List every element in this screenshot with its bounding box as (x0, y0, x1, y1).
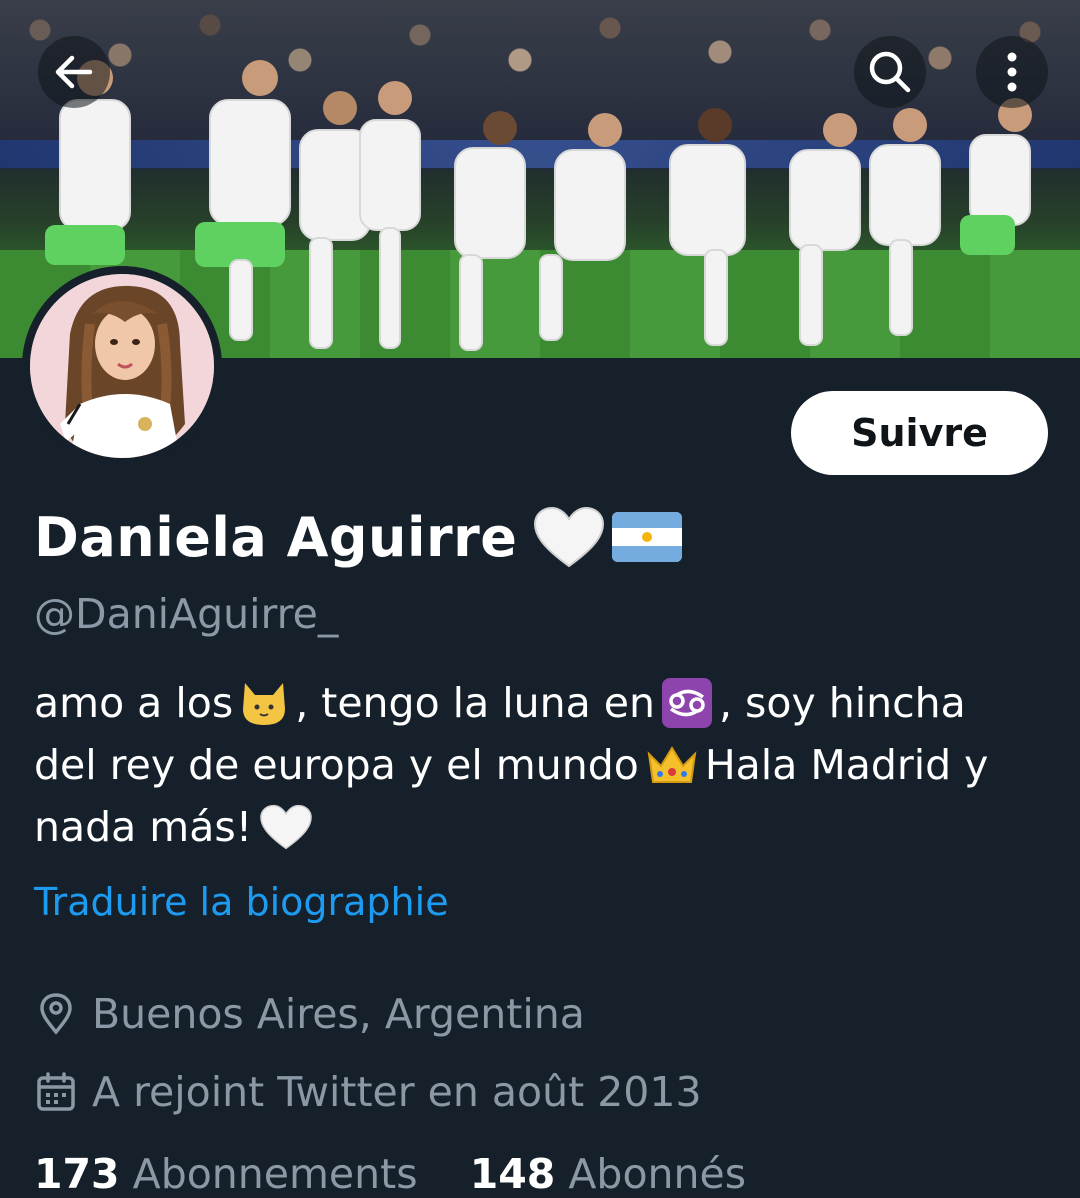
player-figure (359, 81, 421, 349)
bio-text: del rey de europa y el mundo (34, 741, 639, 789)
player-figure (195, 60, 291, 341)
avatar-image (30, 274, 214, 458)
bio-line: del rey de europa y el mundo Hala Madrid… (34, 734, 1044, 796)
argentina-flag-emoji (612, 512, 683, 562)
more-vertical-icon (1007, 52, 1017, 92)
player-figure (869, 108, 941, 336)
search-button[interactable] (854, 36, 926, 108)
bio-text: , tengo la luna en (295, 679, 655, 727)
bio-text: , soy hincha (718, 679, 966, 727)
joined-text: A rejoint Twitter en août 2013 (92, 1068, 702, 1116)
white-heart-emoji (534, 506, 605, 568)
bio-line: amo a los , tengo la luna en , soy hinch… (34, 672, 1044, 734)
search-icon (869, 51, 911, 93)
player-figure (299, 91, 371, 349)
calendar-icon (37, 1072, 75, 1111)
follow-button[interactable]: Suivre (791, 391, 1048, 475)
followers-count[interactable]: 148 (470, 1150, 556, 1198)
bio-text: nada más! (34, 803, 253, 851)
profile-handle: @DaniAguirre_ (34, 590, 339, 638)
location-row: Buenos Aires, Argentina (34, 990, 585, 1038)
follow-counts: 173 Abonnements 148 Abonnés (34, 1150, 746, 1198)
profile-avatar[interactable] (22, 266, 222, 466)
translate-bio-link[interactable]: Traduire la biographie (34, 880, 449, 924)
joined-row: A rejoint Twitter en août 2013 (34, 1068, 702, 1116)
player-figure (539, 113, 626, 341)
cancer-sign-emoji (661, 678, 712, 728)
display-name-row: Daniela Aguirre (34, 502, 683, 572)
player-figure (960, 98, 1032, 255)
location-text: Buenos Aires, Argentina (92, 990, 585, 1038)
player-figure (454, 111, 526, 351)
following-label[interactable]: Abonnements (133, 1150, 418, 1198)
avatar-illustration (30, 274, 214, 458)
profile-bio: amo a los , tengo la luna en , soy hinch… (34, 672, 1044, 858)
following-count[interactable]: 173 (34, 1150, 120, 1198)
player-figure (789, 113, 861, 346)
player-figure (669, 108, 746, 346)
bio-text: amo a los (34, 679, 234, 727)
display-name: Daniela Aguirre (34, 505, 518, 569)
back-arrow-icon (55, 55, 93, 89)
more-options-button[interactable] (976, 36, 1048, 108)
crown-emoji (647, 746, 697, 783)
bio-line: nada más! (34, 796, 1044, 858)
cat-emoji (243, 683, 286, 725)
white-heart-emoji (260, 804, 312, 850)
followers-label[interactable]: Abonnés (568, 1150, 746, 1198)
location-pin-icon (40, 993, 72, 1035)
bio-text: Hala Madrid y (704, 741, 989, 789)
back-button[interactable] (38, 36, 110, 108)
